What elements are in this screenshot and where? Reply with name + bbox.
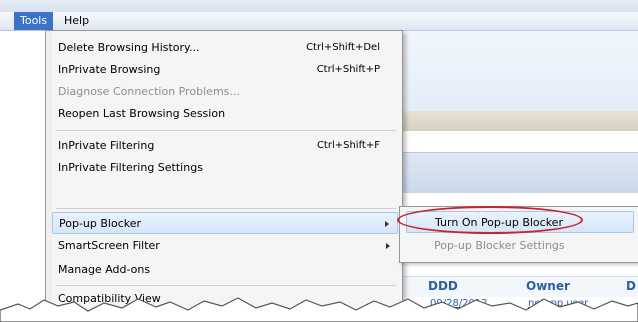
menu-item-manage-addons[interactable]: Manage Add-ons xyxy=(52,259,398,281)
menu-bar: Tools Help xyxy=(0,12,638,31)
menu-tools[interactable]: Tools xyxy=(14,12,54,30)
menu-item-inprivate-browsing[interactable]: InPrivate Browsing Ctrl+Shift+P xyxy=(52,59,398,81)
menu-item-label: Manage Add-ons xyxy=(58,263,151,276)
menu-item-label: InPrivate Filtering xyxy=(58,139,155,152)
menu-separator xyxy=(56,208,396,209)
menu-item-shortcut: Ctrl+Shift+F xyxy=(316,140,380,151)
menu-item-label: Reopen Last Browsing Session xyxy=(58,107,226,120)
submenu-arrow-icon xyxy=(386,243,390,249)
menu-separator xyxy=(56,285,396,286)
menu-item-label: SmartScreen Filter xyxy=(58,239,160,252)
menu-item-diagnose-connection: Diagnose Connection Problems... xyxy=(52,81,398,103)
menu-item-label: InPrivate Browsing xyxy=(58,63,161,76)
menu-item-delete-browsing-history[interactable]: Delete Browsing History... Ctrl+Shift+De… xyxy=(52,37,398,59)
menu-item-label: Diagnose Connection Problems... xyxy=(58,85,240,98)
submenu-item-popup-blocker-settings: Pop-up Blocker Settings xyxy=(406,235,634,257)
menu-separator xyxy=(56,130,396,131)
torn-edge-path xyxy=(0,297,638,322)
submenu-item-label: Pop-up Blocker Settings xyxy=(434,239,565,252)
menu-item-reopen-last-session[interactable]: Reopen Last Browsing Session xyxy=(52,103,398,125)
browser-status-band xyxy=(400,111,638,131)
browser-header-band xyxy=(400,152,638,194)
menu-item-label: InPrivate Filtering Settings xyxy=(58,161,203,174)
menu-item-shortcut: Ctrl+Shift+P xyxy=(316,64,380,75)
menu-item-label: Pop-up Blocker xyxy=(59,217,142,230)
menu-help[interactable]: Help xyxy=(58,12,95,30)
screenshot-stage: Tools Help DDD Owner D 09/28/2012 netapp… xyxy=(0,0,638,322)
menu-item-label: Delete Browsing History... xyxy=(58,41,200,54)
browser-toolbar-area xyxy=(400,31,638,111)
menu-item-popup-blocker[interactable]: Pop-up Blocker xyxy=(52,212,398,234)
annotation-highlight-oval xyxy=(397,206,583,234)
tools-dropdown-menu: Delete Browsing History... Ctrl+Shift+De… xyxy=(45,30,403,322)
torn-edge-decoration xyxy=(0,297,638,322)
submenu-arrow-icon xyxy=(385,221,389,227)
menu-item-inprivate-filtering-settings[interactable]: InPrivate Filtering Settings xyxy=(52,157,398,179)
browser-content-area xyxy=(400,131,638,152)
menu-item-smartscreen-filter[interactable]: SmartScreen Filter xyxy=(52,235,398,257)
menu-item-shortcut: Ctrl+Shift+Del xyxy=(306,42,380,53)
window-title-bar xyxy=(0,0,638,12)
menu-item-inprivate-filtering[interactable]: InPrivate Filtering Ctrl+Shift+F xyxy=(52,135,398,157)
